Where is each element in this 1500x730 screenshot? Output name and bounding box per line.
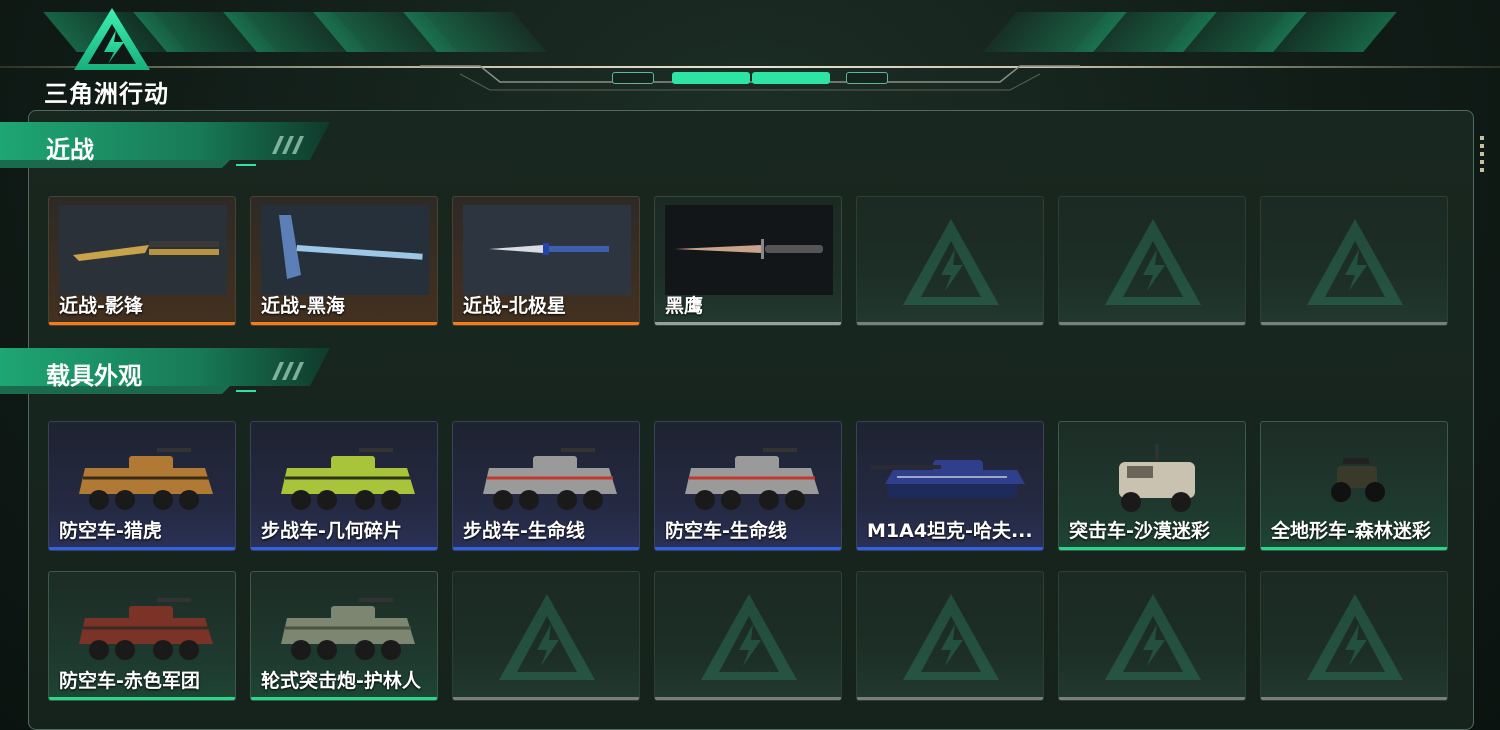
- aa-lifeline-icon: [665, 430, 833, 520]
- empty-slot[interactable]: [654, 571, 842, 701]
- delta-watermark-icon: [699, 592, 799, 682]
- empty-slot[interactable]: [856, 196, 1044, 326]
- right-stripes: [983, 12, 1440, 52]
- ice-axe-icon: [261, 205, 429, 295]
- delta-watermark-icon: [1305, 217, 1405, 307]
- item-name: 防空车-赤色军团: [59, 670, 200, 692]
- rarity-bar: [1261, 697, 1447, 700]
- section-header-vehicles: 载具外观: [0, 346, 330, 398]
- section-title: 载具外观: [46, 362, 142, 390]
- rarity-bar: [49, 547, 235, 550]
- rarity-bar: [1261, 547, 1447, 550]
- item-card[interactable]: 近战-北极星: [452, 196, 640, 326]
- rarity-bar: [857, 547, 1043, 550]
- item-name: 黑鹰: [665, 295, 704, 317]
- aa-red-icon: [59, 580, 227, 670]
- item-name: 近战-黑海: [261, 295, 345, 317]
- delta-watermark-icon: [1305, 592, 1405, 682]
- section-header-melee: 近战: [0, 120, 330, 172]
- rarity-bar: [453, 697, 639, 700]
- page-dot[interactable]: [846, 72, 888, 84]
- combat-knife-icon: [665, 205, 833, 295]
- item-name: 防空车-猎虎: [59, 520, 162, 542]
- item-card[interactable]: 防空车-赤色军团: [48, 571, 236, 701]
- empty-slot[interactable]: [856, 571, 1044, 701]
- item-name: 近战-影锋: [59, 295, 143, 317]
- item-name: 近战-北极星: [463, 295, 566, 317]
- butterfly-knife-icon: [59, 205, 227, 295]
- rarity-bar: [1261, 322, 1447, 325]
- item-card[interactable]: 防空车-生命线: [654, 421, 842, 551]
- rarity-bar: [655, 697, 841, 700]
- page-dot-active[interactable]: [752, 72, 830, 84]
- ifv-lifeline-icon: [463, 430, 631, 520]
- item-name: 防空车-生命线: [665, 520, 787, 542]
- item-card[interactable]: 轮式突击炮-护林人: [250, 571, 438, 701]
- empty-slot[interactable]: [1058, 196, 1246, 326]
- page-indicator: [612, 72, 902, 84]
- wheeled-gun-icon: [261, 580, 429, 670]
- item-card[interactable]: 防空车-猎虎: [48, 421, 236, 551]
- item-card[interactable]: M1A4坦克-哈夫...: [856, 421, 1044, 551]
- rarity-bar: [453, 322, 639, 325]
- page-dot[interactable]: [612, 72, 654, 84]
- atv-icon: [1271, 430, 1439, 520]
- empty-slot[interactable]: [1058, 571, 1246, 701]
- apc-tiger-icon: [59, 430, 227, 520]
- page-dot-active[interactable]: [672, 72, 750, 84]
- empty-slot[interactable]: [452, 571, 640, 701]
- rarity-bar: [453, 547, 639, 550]
- delta-triangle-logo-icon: [74, 8, 150, 70]
- item-name: 步战车-生命线: [463, 520, 585, 542]
- game-logo: 三角洲行动: [44, 6, 184, 108]
- delta-watermark-icon: [901, 217, 1001, 307]
- empty-slot[interactable]: [1260, 571, 1448, 701]
- item-card[interactable]: 步战车-几何碎片: [250, 421, 438, 551]
- assault-vehicle-icon: [1069, 430, 1237, 520]
- item-card[interactable]: 近战-影锋: [48, 196, 236, 326]
- tank-icon: [867, 430, 1035, 520]
- section-title: 近战: [46, 136, 94, 164]
- rarity-bar: [251, 322, 437, 325]
- rarity-bar: [1059, 697, 1245, 700]
- rarity-bar: [251, 697, 437, 700]
- ifv-geometric-icon: [261, 430, 429, 520]
- rarity-bar: [49, 322, 235, 325]
- item-name: 步战车-几何碎片: [261, 520, 402, 542]
- rarity-bar: [655, 322, 841, 325]
- item-card[interactable]: 突击车-沙漠迷彩: [1058, 421, 1246, 551]
- dagger-icon: [463, 205, 631, 295]
- item-card[interactable]: 全地形车-森林迷彩: [1260, 421, 1448, 551]
- item-card[interactable]: 黑鹰: [654, 196, 842, 326]
- delta-watermark-icon: [901, 592, 1001, 682]
- delta-watermark-icon: [1103, 592, 1203, 682]
- item-name: M1A4坦克-哈夫...: [867, 520, 1033, 542]
- rarity-bar: [1059, 322, 1245, 325]
- rarity-bar: [251, 547, 437, 550]
- top-bar: 三角洲行动: [0, 0, 1500, 108]
- item-name: 全地形车-森林迷彩: [1271, 520, 1431, 542]
- delta-watermark-icon: [497, 592, 597, 682]
- item-name: 轮式突击炮-护林人: [261, 670, 421, 692]
- item-name: 突击车-沙漠迷彩: [1069, 520, 1210, 542]
- empty-slot[interactable]: [1260, 196, 1448, 326]
- rarity-bar: [49, 697, 235, 700]
- rarity-bar: [857, 697, 1043, 700]
- item-card[interactable]: 近战-黑海: [250, 196, 438, 326]
- item-card[interactable]: 步战车-生命线: [452, 421, 640, 551]
- rarity-bar: [1059, 547, 1245, 550]
- rarity-bar: [655, 547, 841, 550]
- rarity-bar: [857, 322, 1043, 325]
- scrollbar-dots[interactable]: [1480, 136, 1484, 176]
- delta-watermark-icon: [1103, 217, 1203, 307]
- logo-text: 三角洲行动: [44, 80, 169, 108]
